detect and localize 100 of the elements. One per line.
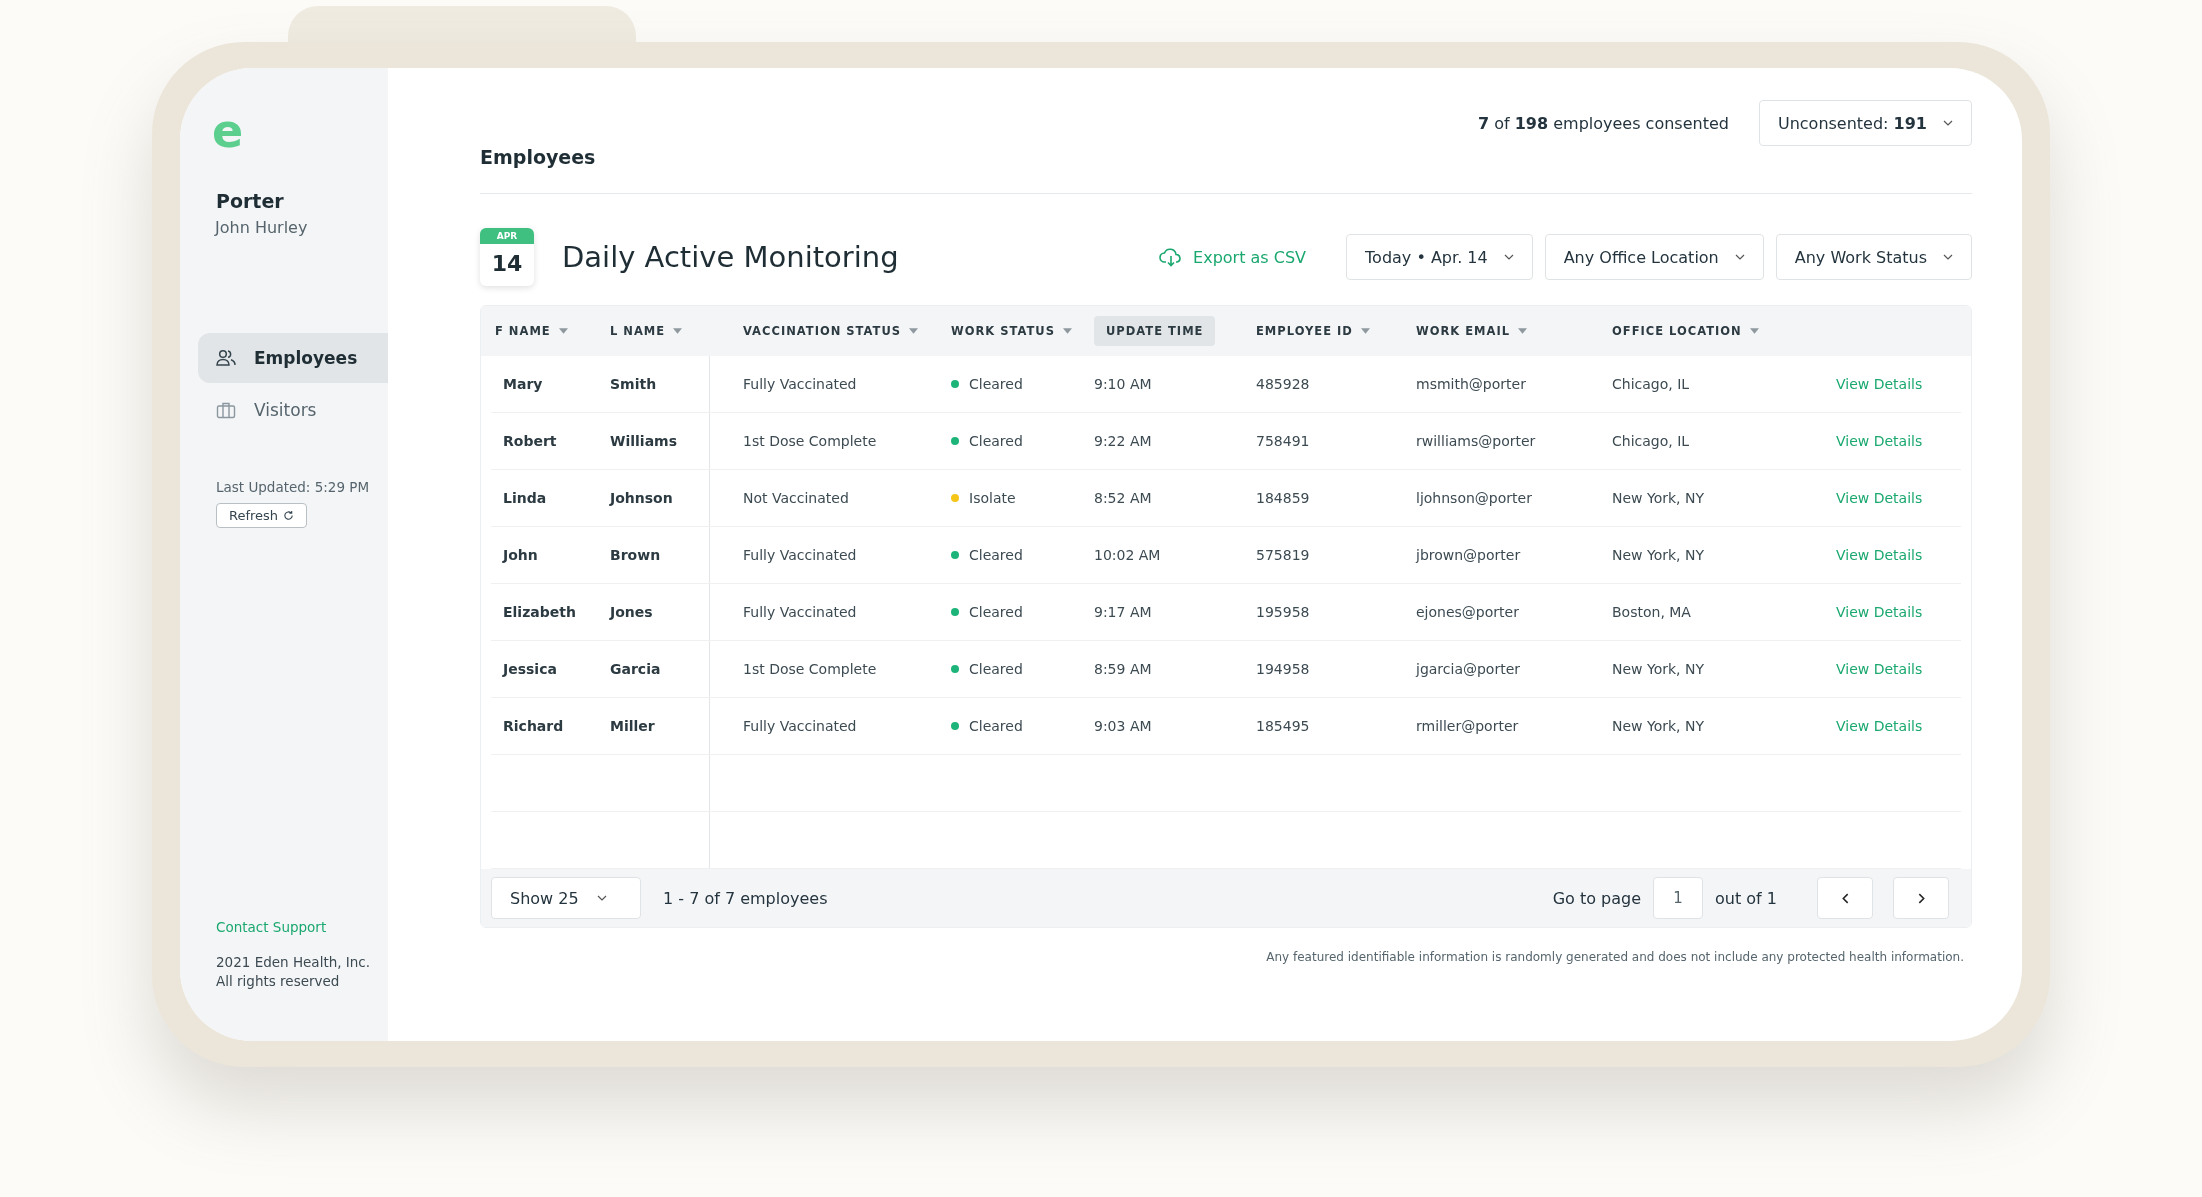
previous-page-button[interactable] [1817, 877, 1873, 919]
first-name-cell: Jessica [503, 661, 557, 677]
column-header[interactable]: VACCINATION STATUS [743, 324, 919, 338]
office-cell: Chicago, IL [1612, 433, 1690, 449]
column-header[interactable]: UPDATE TIME [1094, 316, 1216, 346]
work-status-text: Cleared [969, 547, 1023, 563]
chevron-down-icon [1503, 254, 1514, 260]
email-cell: ejones@porter [1416, 604, 1519, 620]
sort-icon [1749, 328, 1759, 334]
employee-id-cell: 195958 [1256, 604, 1310, 620]
nav-item[interactable]: Employees [198, 333, 388, 383]
vaccination-cell: Not Vaccinated [743, 490, 849, 506]
unconsented-dropdown[interactable]: Unconsented: 191 [1758, 100, 1972, 146]
last-name-cell: Garcia [610, 661, 661, 677]
last-name-cell: Miller [610, 718, 655, 734]
employee-id-cell: 575819 [1256, 547, 1310, 563]
vaccination-cell: Fully Vaccinated [743, 604, 857, 620]
first-name-cell: Linda [503, 490, 547, 506]
update-time-cell: 10:02 AM [1094, 547, 1161, 563]
work-status-text: Cleared [969, 604, 1023, 620]
email-cell: msmith@porter [1416, 376, 1526, 392]
page-total-text: out of 1 [1715, 888, 1777, 908]
page-size-dropdown[interactable]: Show 25 [491, 877, 641, 919]
page-title: Employees [480, 146, 596, 168]
sort-icon [909, 328, 919, 334]
chevron-down-icon [596, 895, 607, 901]
sort-icon [1360, 328, 1370, 334]
briefcase-icon [216, 401, 236, 419]
work-status-text: Cleared [969, 661, 1023, 677]
disclaimer-text: Any featured identifiable information is randomly generated and does not include any protected health information. [1266, 950, 1964, 964]
office-cell: New York, NY [1612, 718, 1705, 734]
refresh-button[interactable]: Refresh [216, 503, 308, 528]
vaccination-cell: Fully Vaccinated [743, 376, 857, 392]
next-page-button[interactable] [1893, 877, 1949, 919]
update-time-cell: 9:17 AM [1094, 604, 1152, 620]
column-header[interactable]: L NAME [610, 324, 683, 338]
email-cell: rwilliams@porter [1416, 433, 1536, 449]
range-text: 1 - 7 of 7 employees [663, 888, 828, 908]
first-name-cell: Mary [503, 376, 543, 392]
people-icon [216, 349, 236, 367]
go-to-page-label: Go to page [1552, 888, 1641, 908]
update-time-cell: 8:59 AM [1094, 661, 1152, 677]
update-time-cell: 8:52 AM [1094, 490, 1152, 506]
email-cell: ljohnson@porter [1416, 490, 1532, 506]
company-name: Porter [216, 190, 284, 212]
column-header[interactable]: WORK EMAIL [1416, 324, 1528, 338]
user-name: John Hurley [215, 218, 308, 237]
email-cell: rmiller@porter [1416, 718, 1519, 734]
last-name-cell: Smith [610, 376, 657, 392]
work-status-text: Isolate [969, 490, 1016, 506]
employee-id-cell: 184859 [1256, 490, 1310, 506]
sort-icon [558, 328, 568, 334]
last-name-cell: Jones [610, 604, 653, 620]
first-name-cell: John [503, 547, 538, 563]
nav-item[interactable]: Visitors [198, 385, 388, 435]
update-time-cell: 9:10 AM [1094, 376, 1152, 392]
filter-dropdown[interactable]: Any Work Status [1775, 234, 1972, 280]
office-cell: Boston, MA [1612, 604, 1691, 620]
vaccination-cell: Fully Vaccinated [743, 547, 857, 563]
chevron-right-icon [1917, 892, 1925, 904]
chevron-down-icon [1734, 254, 1745, 260]
cloud-download-icon [1159, 247, 1184, 267]
page-input[interactable]: 1 [1653, 877, 1703, 919]
work-status-text: Cleared [969, 718, 1023, 734]
filter-dropdown[interactable]: Today • Apr. 14 [1346, 234, 1533, 280]
office-cell: Chicago, IL [1612, 376, 1690, 392]
vaccination-cell: Fully Vaccinated [743, 718, 857, 734]
office-cell: New York, NY [1612, 547, 1705, 563]
last-updated-text: Last Updated: 5:29 PM [216, 479, 370, 495]
column-header[interactable]: F NAME [495, 324, 568, 338]
first-name-cell: Elizabeth [503, 604, 576, 620]
last-name-cell: Brown [610, 547, 661, 563]
sort-icon [673, 328, 683, 334]
email-cell: jbrown@porter [1416, 547, 1521, 563]
employee-id-cell: 485928 [1256, 376, 1310, 392]
employee-id-cell: 194958 [1256, 661, 1310, 677]
first-name-cell: Richard [503, 718, 564, 734]
chevron-down-icon [1943, 254, 1953, 260]
calendar-month: APR [480, 228, 534, 244]
office-cell: New York, NY [1612, 661, 1705, 677]
update-time-cell: 9:22 AM [1094, 433, 1152, 449]
chevron-down-icon [1943, 120, 1953, 126]
email-cell: jgarcia@porter [1416, 661, 1521, 677]
logo: e [212, 108, 244, 154]
column-header[interactable]: OFFICE LOCATION [1612, 324, 1759, 338]
vaccination-cell: 1st Dose Complete [743, 433, 877, 449]
sort-icon [1062, 328, 1072, 334]
last-name-cell: Williams [610, 433, 677, 449]
employee-id-cell: 185495 [1256, 718, 1310, 734]
employee-id-cell: 758491 [1256, 433, 1310, 449]
column-header[interactable]: WORK STATUS [951, 324, 1072, 338]
chevron-left-icon [1841, 892, 1849, 904]
filter-dropdown[interactable]: Any Office Location [1544, 234, 1764, 280]
office-cell: New York, NY [1612, 490, 1705, 506]
copyright-text: All rights reserved [216, 972, 340, 991]
vaccination-cell: 1st Dose Complete [743, 661, 877, 677]
refresh-icon [283, 510, 295, 521]
column-header[interactable]: EMPLOYEE ID [1256, 324, 1370, 338]
copyright-text: 2021 Eden Health, Inc. [216, 953, 371, 973]
consent-summary: 7 of 198 employees consented [1478, 113, 1729, 133]
